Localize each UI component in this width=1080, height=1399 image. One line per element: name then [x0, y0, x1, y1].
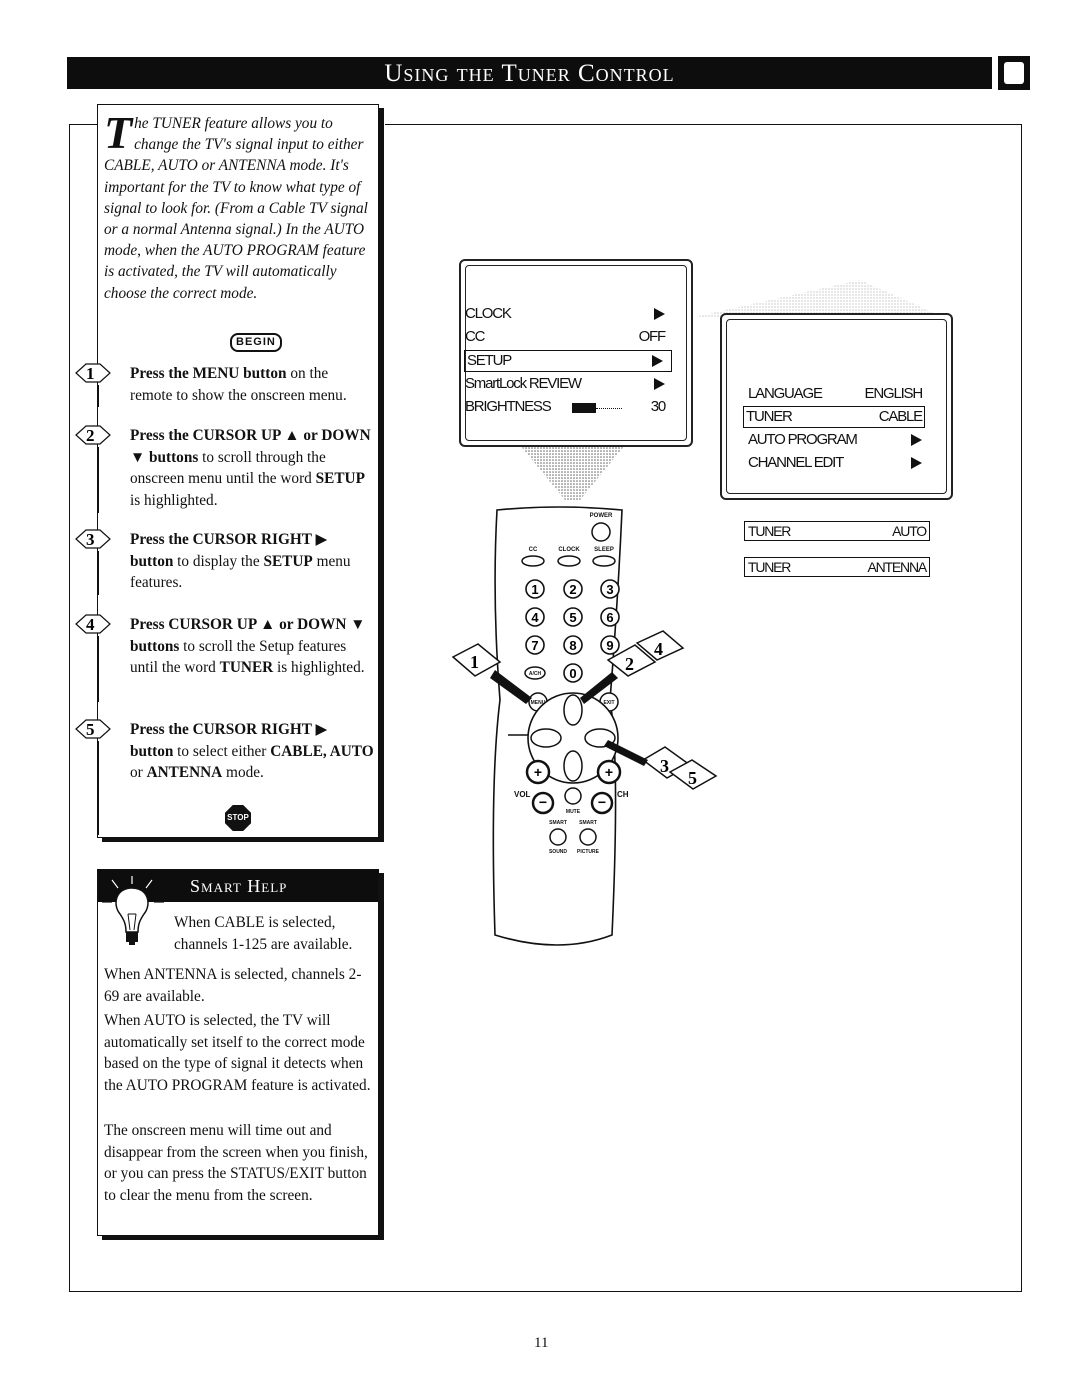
menu-item-label: CLOCK	[465, 305, 512, 322]
digit-label: 7	[531, 638, 538, 653]
brightness-slider-fill	[572, 403, 596, 413]
setup-menu: LANGUAGE ENGLISH TUNER CABLE AUTO PROGRA…	[743, 384, 926, 484]
svg-text:4: 4	[654, 639, 663, 659]
setup-item-label: TUNER	[746, 408, 793, 425]
setup-item-value: CABLE	[878, 408, 923, 425]
arrow-right-icon	[652, 351, 663, 371]
smart-sound-label: SMART	[549, 820, 567, 826]
plus-icon: +	[534, 764, 542, 780]
setup-item-auto-program[interactable]: AUTO PROGRAM	[748, 430, 922, 450]
menu-item-value: OFF	[638, 328, 667, 345]
tuner-option-value: AUTO	[892, 523, 927, 539]
tv-screen-setup-menu: LANGUAGE ENGLISH TUNER CABLE AUTO PROGRA…	[720, 313, 953, 500]
sleep-button[interactable]	[592, 555, 616, 567]
clock-label: CLOCK	[558, 547, 580, 553]
setup-item-language[interactable]: LANGUAGE ENGLISH	[748, 384, 924, 404]
digit-label: 6	[606, 610, 613, 625]
smart-picture-label: SMART	[579, 820, 597, 826]
beam-shadow	[520, 445, 625, 500]
digit-label: 0	[569, 666, 576, 681]
main-menu: CLOCK CC OFF SETUP SmartLock REVIEW BRIG…	[464, 304, 672, 424]
tuner-option-value: ANTENNA	[867, 559, 928, 575]
tuner-option-auto[interactable]: TUNER AUTO	[744, 521, 930, 541]
menu-item-label: BRIGHTNESS	[465, 398, 552, 415]
picture-label: PICTURE	[577, 849, 600, 855]
cc-button[interactable]	[521, 555, 545, 567]
menu-item-clock[interactable]: CLOCK	[465, 304, 665, 324]
mute-button[interactable]	[564, 787, 582, 805]
menu-item-brightness[interactable]: BRIGHTNESS 30	[465, 397, 667, 417]
tv-screen-main-menu: CLOCK CC OFF SETUP SmartLock REVIEW BRIG…	[459, 259, 693, 447]
digit-label: 5	[569, 610, 576, 625]
arrow-right-icon	[911, 430, 922, 450]
menu-item-cc[interactable]: CC OFF	[465, 327, 667, 347]
vol-label: VOL	[514, 790, 531, 799]
digit-label: 9	[606, 638, 613, 653]
menu-item-setup[interactable]: SETUP	[464, 350, 672, 372]
svg-text:2: 2	[625, 654, 634, 674]
digit-label: 3	[606, 582, 613, 597]
smart-picture-button[interactable]	[579, 828, 597, 846]
minus-icon: −	[598, 794, 606, 810]
svg-text:3: 3	[660, 756, 669, 776]
brightness-value: 30	[650, 398, 667, 415]
ch-label: CH	[617, 790, 629, 799]
setup-item-label: CHANNEL EDIT	[748, 454, 844, 471]
plus-icon: +	[605, 764, 613, 780]
digit-label: 8	[569, 638, 576, 653]
setup-item-label: LANGUAGE	[748, 385, 823, 402]
menu-item-smartlock-review[interactable]: SmartLock REVIEW	[465, 374, 665, 394]
remote-control: POWER CC CLOCK SLEEP 1 2 3 4 5 6 7 8 9 0…	[451, 506, 718, 946]
sleep-label: SLEEP	[594, 547, 614, 553]
arrow-right-icon	[654, 304, 665, 324]
setup-item-tuner[interactable]: TUNER CABLE	[743, 406, 925, 428]
cursor-up-button[interactable]	[563, 694, 583, 726]
sound-label: SOUND	[549, 849, 567, 855]
arrow-right-icon	[911, 453, 922, 473]
svg-text:1: 1	[470, 652, 479, 672]
svg-text:5: 5	[688, 768, 697, 788]
menu-item-label: CC	[465, 328, 485, 345]
cc-label: CC	[529, 547, 538, 553]
setup-item-value: ENGLISH	[864, 385, 924, 402]
digit-label: 4	[531, 610, 539, 625]
menu-item-label: SmartLock REVIEW	[465, 375, 582, 392]
power-label: POWER	[590, 513, 613, 519]
cursor-down-button[interactable]	[563, 750, 583, 782]
menu-item-label: SETUP	[467, 352, 512, 369]
digit-label: 1	[531, 582, 538, 597]
page-number: 11	[534, 1335, 549, 1351]
brightness-slider-track	[596, 408, 622, 409]
setup-item-label: AUTO PROGRAM	[748, 431, 858, 448]
clock-button[interactable]	[557, 555, 581, 567]
mute-label: MUTE	[566, 809, 581, 815]
smart-sound-button[interactable]	[549, 828, 567, 846]
arrow-right-icon	[654, 374, 665, 394]
exit-label: EXIT	[603, 700, 614, 706]
minus-icon: −	[539, 794, 547, 810]
cursor-left-button[interactable]	[530, 728, 562, 748]
tuner-option-antenna[interactable]: TUNER ANTENNA	[744, 557, 930, 577]
ach-label: A/CH	[529, 671, 542, 677]
setup-item-channel-edit[interactable]: CHANNEL EDIT	[748, 453, 922, 473]
power-button[interactable]	[591, 522, 611, 542]
digit-label: 2	[569, 582, 576, 597]
